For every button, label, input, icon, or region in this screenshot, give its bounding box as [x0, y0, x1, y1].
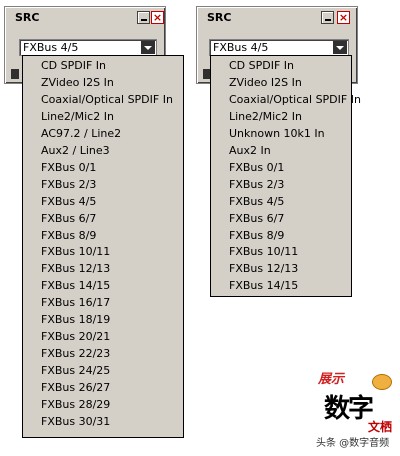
watermark-caption: 头条 @数字音频	[316, 438, 390, 449]
minimize-icon	[325, 19, 331, 21]
left-chevron-down-icon[interactable]	[141, 41, 155, 54]
right-combo-value: FXBus 4/5	[213, 41, 269, 54]
left-list-item[interactable]: Aux2 / Line3	[41, 144, 110, 161]
left-list-item[interactable]: FXBus 18/19	[41, 313, 110, 330]
left-list-item[interactable]: FXBus 12/13	[41, 262, 110, 279]
watermark-side-text: 文栖	[368, 420, 393, 434]
left-list-item[interactable]: FXBus 6/7	[41, 212, 96, 229]
right-dropdown-list: CD SPDIF In ZVideo I2S In Coaxial/Optical …	[210, 55, 361, 297]
left-list-item[interactable]: FXBus 24/25	[41, 364, 110, 381]
right-close-button[interactable]: ×	[337, 11, 350, 24]
left-hidden-control-edge	[11, 69, 19, 79]
right-list-item[interactable]: FXBus 8/9	[229, 229, 284, 246]
right-list-item[interactable]: Coaxial/Optical SPDIF In	[229, 93, 361, 110]
left-titlebar: SRC ×	[7, 9, 164, 27]
right-window-title: SRC	[207, 11, 232, 24]
close-icon: ×	[338, 11, 349, 24]
left-list-item[interactable]: FXBus 28/29	[41, 398, 110, 415]
right-list-item[interactable]: FXBus 2/3	[229, 178, 284, 195]
left-minimize-button[interactable]	[137, 11, 150, 24]
right-list-item[interactable]: Unknown 10k1 In	[229, 127, 325, 144]
left-list-item[interactable]: FXBus 8/9	[41, 229, 96, 246]
right-list-item[interactable]: FXBus 12/13	[229, 262, 298, 279]
left-source-combobox[interactable]: FXBus 4/5	[19, 39, 157, 56]
right-titlebar: SRC ×	[199, 9, 355, 27]
right-list-item[interactable]: FXBus 10/11	[229, 245, 298, 262]
watermark-logo: 展示 数字 文栖 头条 @数字音频	[312, 366, 398, 454]
right-list-item[interactable]: CD SPDIF In	[229, 59, 294, 76]
left-list-item[interactable]: FXBus 10/11	[41, 245, 110, 262]
left-list-item[interactable]: FXBus 2/3	[41, 178, 96, 195]
close-icon: ×	[152, 11, 163, 24]
left-list-item[interactable]: FXBus 14/15	[41, 279, 110, 296]
right-list-item[interactable]: ZVideo I2S In	[229, 76, 302, 93]
left-window-title: SRC	[15, 11, 40, 24]
left-list-item[interactable]: FXBus 0/1	[41, 161, 96, 178]
right-list-item[interactable]: FXBus 14/15	[229, 279, 298, 296]
watermark-top-text: 展示	[318, 372, 345, 387]
right-list-item[interactable]: FXBus 6/7	[229, 212, 284, 229]
left-list-item[interactable]: Coaxial/Optical SPDIF In	[41, 93, 173, 110]
left-dropdown-list: CD SPDIF In ZVideo I2S In Coaxial/Optical …	[22, 55, 184, 438]
left-list-item[interactable]: ZVideo I2S In	[41, 76, 114, 93]
left-list-item[interactable]: FXBus 22/23	[41, 347, 110, 364]
left-combo-value: FXBus 4/5	[23, 41, 79, 54]
left-list-item[interactable]: Line2/Mic2 In	[41, 110, 114, 127]
minimize-icon	[141, 19, 147, 21]
left-list-item[interactable]: FXBus 20/21	[41, 330, 110, 347]
left-close-button[interactable]: ×	[151, 11, 164, 24]
left-list-item[interactable]: FXBus 30/31	[41, 415, 110, 432]
right-list-item[interactable]: Line2/Mic2 In	[229, 110, 302, 127]
right-list-item[interactable]: FXBus 4/5	[229, 195, 284, 212]
watermark-big-text: 数字	[324, 394, 374, 424]
right-list-item[interactable]: FXBus 0/1	[229, 161, 284, 178]
left-list-item[interactable]: FXBus 26/27	[41, 381, 110, 398]
left-list-item[interactable]: CD SPDIF In	[41, 59, 106, 76]
right-list-item[interactable]: Aux2 In	[229, 144, 271, 161]
right-chevron-down-icon[interactable]	[333, 41, 347, 54]
watermark-badge-icon	[372, 374, 392, 390]
right-source-combobox[interactable]: FXBus 4/5	[209, 39, 349, 56]
left-list-item[interactable]: FXBus 16/17	[41, 296, 110, 313]
left-list-item[interactable]: FXBus 4/5	[41, 195, 96, 212]
right-minimize-button[interactable]	[321, 11, 334, 24]
left-list-item[interactable]: AC97.2 / Line2	[41, 127, 121, 144]
